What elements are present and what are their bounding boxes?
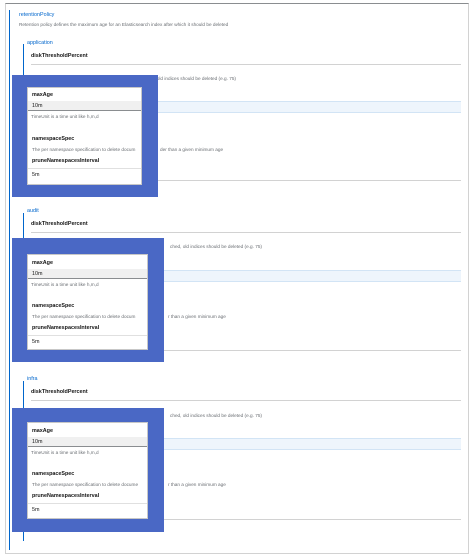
audit-disk-threshold-input[interactable] <box>31 232 461 233</box>
infra-maxage-help: TimeUnit is a time unit like h,m,d <box>31 450 99 455</box>
application-prune-input[interactable]: 5m <box>28 168 141 178</box>
audit-maxage-input[interactable]: 10m <box>28 269 147 279</box>
audit-disk-threshold-label: diskThresholdPercent <box>31 221 88 227</box>
infra-prune-row-line <box>144 519 461 520</box>
audit-maxage-value: 10m <box>32 271 43 277</box>
application-prune-row-line <box>144 180 461 181</box>
application-namespace-spec-description-tail: der than a given minimum age <box>160 147 224 152</box>
audit-maxage-label: maxAge <box>32 260 53 266</box>
application-focus-card: maxAge 10m TimeUnit is a time unit like … <box>27 87 142 185</box>
audit-disk-threshold-description: ched, old indices should be deleted (e.g… <box>170 244 262 249</box>
application-prune-value: 5m <box>32 172 40 178</box>
infra-group-title[interactable]: infra <box>27 376 38 383</box>
application-maxage-value: 10m <box>32 103 43 109</box>
application-disk-threshold-label: diskThresholdPercent <box>31 53 88 59</box>
audit-maxage-band <box>144 270 461 282</box>
root-group-indicator <box>9 10 10 550</box>
application-maxage-help: TimeUnit is a time unit like h,m,d <box>31 114 99 119</box>
infra-prune-input[interactable]: 5m <box>28 503 147 513</box>
infra-maxage-band <box>144 438 461 450</box>
audit-focus-card: maxAge 10m TimeUnit is a time unit like … <box>27 254 148 350</box>
audit-prune-input[interactable]: 5m <box>28 335 147 345</box>
audit-namespace-spec-label[interactable]: namespaceSpec <box>32 303 74 310</box>
infra-maxage-input[interactable]: 10m <box>28 437 147 447</box>
audit-prune-value: 5m <box>32 339 40 345</box>
infra-disk-threshold-description: ched, old indices should be deleted (e.g… <box>170 413 262 418</box>
application-prune-label: pruneNamespacesInterval <box>32 158 100 164</box>
infra-prune-label: pruneNamespacesInterval <box>32 493 100 499</box>
application-maxage-input[interactable]: 10m <box>28 101 141 111</box>
application-namespace-spec-description: The per namespace specification to delet… <box>32 147 136 152</box>
infra-disk-threshold-input[interactable] <box>31 400 461 401</box>
audit-prune-label: pruneNamespacesInterval <box>32 325 100 331</box>
application-maxage-band <box>144 101 461 113</box>
infra-namespace-spec-description-tail: r than a given minimum age <box>168 482 226 487</box>
application-group-title[interactable]: application <box>27 40 53 47</box>
root-title: retentionPolicy <box>19 12 55 18</box>
audit-namespace-spec-description: The per namespace specification to delet… <box>32 314 136 319</box>
infra-disk-threshold-label: diskThresholdPercent <box>31 389 88 395</box>
audit-prune-row-line <box>144 350 461 351</box>
infra-maxage-value: 10m <box>32 439 43 445</box>
infra-namespace-spec-description: The per namespace specification to delet… <box>32 482 139 487</box>
infra-namespace-spec-label[interactable]: namespaceSpec <box>32 471 74 478</box>
infra-focus-card: maxAge 10m TimeUnit is a time unit like … <box>27 422 148 519</box>
audit-group-title[interactable]: audit <box>27 208 39 215</box>
audit-namespace-spec-description-tail: r than a given minimum age <box>168 314 226 319</box>
infra-maxage-label: maxAge <box>32 428 53 434</box>
infra-prune-value: 5m <box>32 507 40 513</box>
application-namespace-spec-label[interactable]: namespaceSpec <box>32 136 74 143</box>
audit-maxage-help: TimeUnit is a time unit like h,m,d <box>31 282 99 287</box>
application-disk-threshold-input[interactable] <box>31 64 461 65</box>
root-description: Retention policy defines the maximum age… <box>19 22 229 27</box>
application-maxage-label: maxAge <box>32 92 53 98</box>
